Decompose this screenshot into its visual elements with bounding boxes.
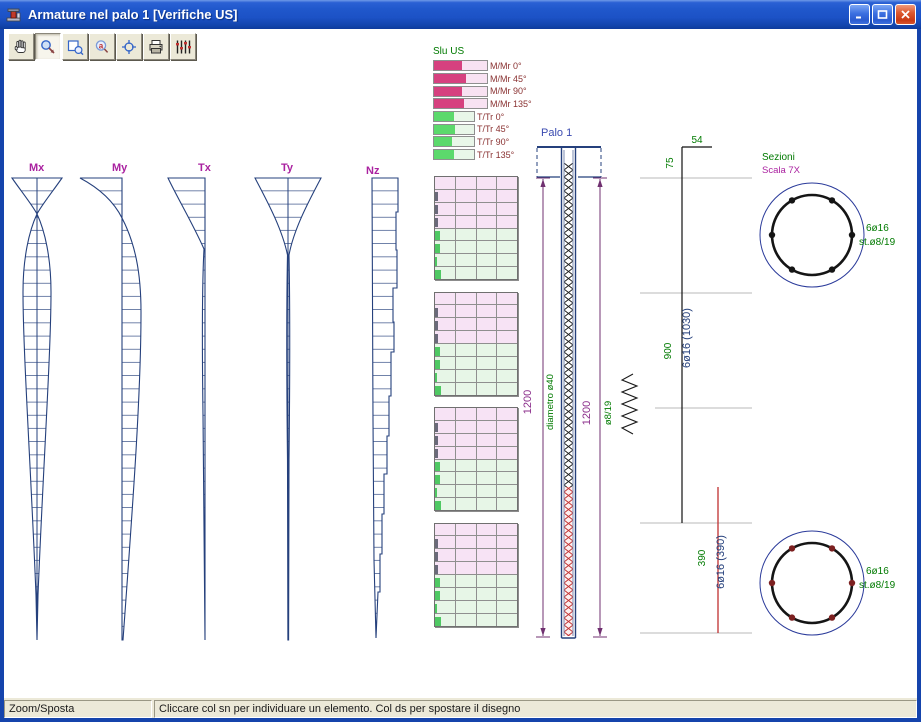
dim-upper-zone-depth: 900 xyxy=(663,342,674,359)
cross-sections: Sezioni Scala 7X 6ø16 st.ø8/19 6ø16 st.ø… xyxy=(760,152,896,635)
crosshair-icon xyxy=(120,38,138,56)
pile-title: Palo 1 xyxy=(541,127,572,139)
rebar-dot xyxy=(789,545,795,551)
drawing-canvas[interactable]: Mx My Tx Ty Nz Palo 1 xyxy=(0,0,921,722)
soil-layer-lines xyxy=(640,178,752,633)
window-title: Armature nel palo 1 [Verifiche US] xyxy=(28,7,849,22)
diagram-axes xyxy=(37,178,288,640)
section-bottom-rebar-label: 6ø16 xyxy=(866,566,889,577)
dim-top-width: 54 xyxy=(691,135,703,146)
maximize-button[interactable] xyxy=(872,4,893,25)
pile-driver-icon xyxy=(5,7,23,23)
force-diagrams xyxy=(12,178,398,640)
pile-left-dim: 1200 xyxy=(522,390,534,414)
rebar-dot xyxy=(789,266,795,272)
rebar-dot xyxy=(829,197,835,203)
print-button[interactable] xyxy=(143,33,169,60)
title-bar[interactable]: Armature nel palo 1 [Verifiche US] xyxy=(0,0,921,29)
sliders-icon xyxy=(174,38,192,56)
section-top: 6ø16 st.ø8/19 xyxy=(760,183,896,287)
rebar-dot xyxy=(829,266,835,272)
minimize-icon xyxy=(854,9,865,20)
zoom-drag-button[interactable] xyxy=(35,33,61,60)
dim-lower-zone-depth: 390 xyxy=(697,549,708,566)
status-bar: Zoom/Sposta Cliccare col sn per individu… xyxy=(4,698,917,718)
section-bottom-stirrup-label: st.ø8/19 xyxy=(859,580,896,591)
zoom-all-button[interactable]: a xyxy=(89,33,115,60)
app-window: Armature nel palo 1 [Verifiche US] xyxy=(0,0,921,722)
rebar-dot xyxy=(849,580,855,586)
section-top-outer-circle xyxy=(760,183,864,287)
section-bottom-stirrup xyxy=(772,543,852,623)
diagram-label-nz: Nz xyxy=(366,165,380,177)
sections-scale: Scala 7X xyxy=(762,165,801,176)
sections-title: Sezioni xyxy=(762,152,795,163)
section-bottom-outer-circle xyxy=(760,531,864,635)
minimize-button[interactable] xyxy=(849,4,870,25)
window-border-bottom xyxy=(0,718,921,722)
soil-spring-icon xyxy=(622,374,637,434)
printer-icon xyxy=(147,38,165,56)
section-top-stirrup-label: st.ø8/19 xyxy=(859,237,896,248)
close-icon xyxy=(900,9,911,20)
hand-icon xyxy=(12,38,30,56)
pile-left-note: diametro ø40 xyxy=(545,374,556,430)
pile-spiral-upper xyxy=(565,163,573,487)
rebar-dot xyxy=(849,232,855,238)
window-border-left xyxy=(0,29,4,722)
dim-upper-zone-rebar: 6ø16 (1030) xyxy=(681,308,693,368)
dim-lower-zone-rebar: 6ø16 (390) xyxy=(715,535,727,589)
section-top-rebar-label: 6ø16 xyxy=(866,223,889,234)
diagram-label-ty: Ty xyxy=(281,162,294,174)
diagram-my-envelope xyxy=(80,178,141,640)
diagram-label-my: My xyxy=(112,162,128,174)
dim-top-depth: 75 xyxy=(665,157,676,169)
rebar-dot xyxy=(769,232,775,238)
rebar-dot xyxy=(789,614,795,620)
rebar-dot xyxy=(769,580,775,586)
diagram-nz-envelope xyxy=(372,178,398,638)
pan-hand-button[interactable] xyxy=(8,33,34,60)
zoom-window-icon xyxy=(66,38,84,56)
diagram-label-mx: Mx xyxy=(29,162,45,174)
pile-elevation: Palo 1 1200 diametro ø40 1200 ø8/19 xyxy=(522,127,637,638)
zoom-window-button[interactable] xyxy=(62,33,88,60)
zoom-a-icon: a xyxy=(93,38,111,56)
diagram-labels: Mx My Tx Ty Nz xyxy=(29,162,380,177)
rebar-dot xyxy=(829,545,835,551)
pile-right-dim: 1200 xyxy=(581,401,593,425)
rebar-dot xyxy=(789,197,795,203)
status-mode: Zoom/Sposta xyxy=(4,700,152,718)
pile-right-note: ø8/19 xyxy=(603,401,614,425)
section-bottom: 6ø16 st.ø8/19 xyxy=(760,531,896,635)
svg-text:a: a xyxy=(99,41,104,50)
close-button[interactable] xyxy=(895,4,916,25)
toolbar: a xyxy=(8,33,196,60)
depth-annotations: 54 75 900 6ø16 (1030) 390 6ø16 (390) xyxy=(640,135,752,633)
diagram-tx-envelope xyxy=(168,178,205,640)
status-hint: Cliccare col sn per individuare un eleme… xyxy=(154,700,917,718)
rebar-dot xyxy=(829,614,835,620)
maximize-icon xyxy=(877,9,888,20)
pile-spiral-lower xyxy=(565,487,573,636)
zoom-arrow-icon xyxy=(39,38,57,56)
window-border-right xyxy=(917,29,921,722)
options-button[interactable] xyxy=(170,33,196,60)
section-top-stirrup xyxy=(772,195,852,275)
center-view-button[interactable] xyxy=(116,33,142,60)
diagram-label-tx: Tx xyxy=(198,162,212,174)
